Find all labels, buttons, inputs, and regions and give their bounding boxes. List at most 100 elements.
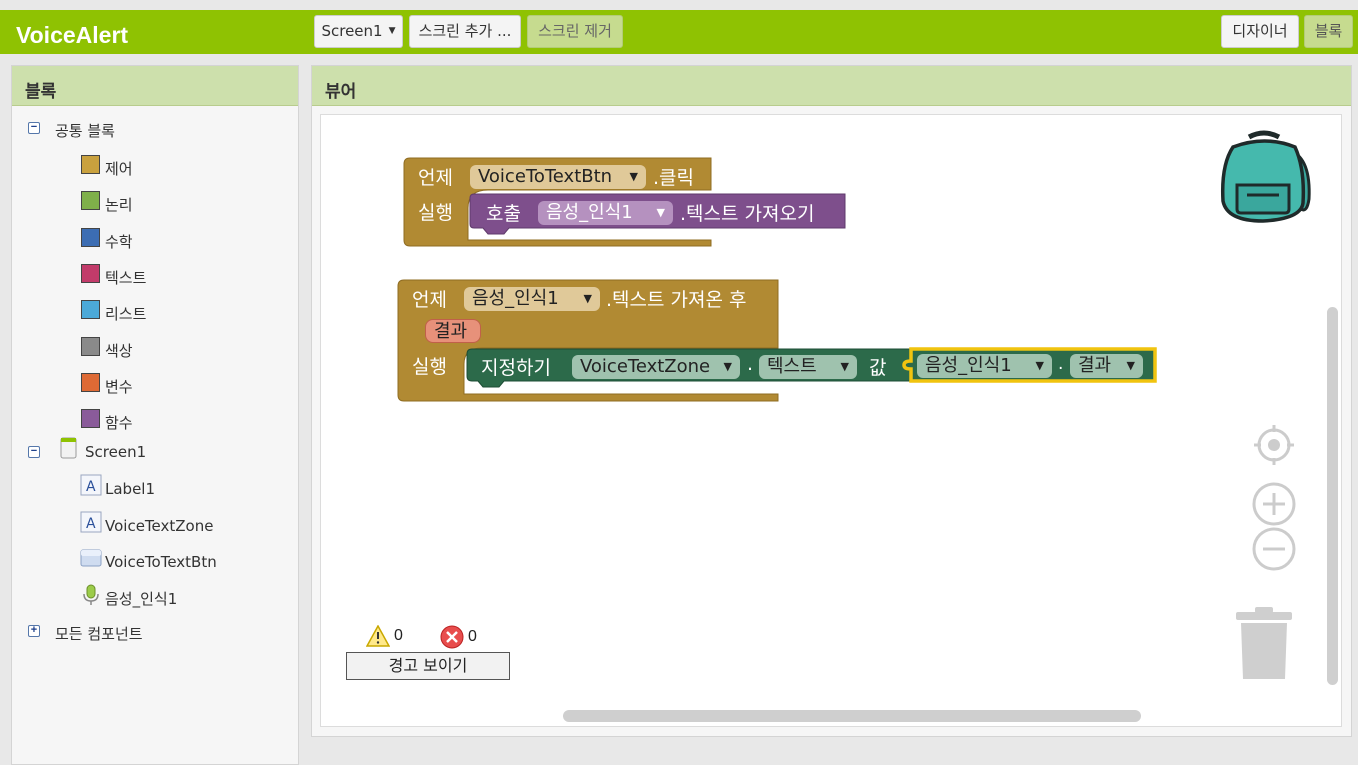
block-category-item[interactable]: 리스트: [81, 300, 147, 324]
remove-screen-button[interactable]: 스크린 제거: [527, 15, 623, 48]
chevron-down-icon: ▼: [388, 26, 396, 36]
expand-icon[interactable]: +: [28, 625, 40, 637]
event-block-after-text[interactable]: 언제 음성_인식1 ▼ .텍스트 가져온 후 결과 실행 지정하기 VoiceTe…: [397, 279, 1157, 402]
chevron-down-icon: ▼: [1035, 359, 1044, 372]
horizontal-scrollbar[interactable]: [563, 710, 1141, 722]
category-color-swatch: [81, 155, 100, 174]
collapse-icon[interactable]: −: [28, 122, 40, 134]
chevron-down-icon: ▼: [583, 292, 592, 305]
dot-label: .: [747, 353, 754, 375]
chevron-down-icon: ▼: [840, 360, 849, 373]
event-block-click[interactable]: 언제 VoiceToTextBtn ▼ .클릭 실행 호출 음성_인식1 ▼ .텍스…: [403, 157, 846, 247]
get-param-dropdown[interactable]: 결과 ▼: [1070, 354, 1143, 378]
block-category-item[interactable]: 변수: [81, 372, 133, 397]
component-item[interactable]: 음성_인식1: [80, 584, 178, 610]
svg-text:A: A: [86, 516, 96, 532]
category-color-swatch: [81, 372, 100, 392]
screen-icon: [60, 437, 82, 459]
call-component-dropdown[interactable]: 음성_인식1 ▼: [538, 201, 673, 225]
call-component-label: 음성_인식1: [546, 202, 633, 223]
errors-indicator: 0: [440, 625, 477, 649]
recenter-icon[interactable]: [1252, 423, 1296, 472]
builtin-blocks-group[interactable]: 공통 블록: [55, 120, 115, 141]
component-item[interactable]: VoiceToTextBtn: [80, 549, 217, 573]
category-color-swatch: [81, 191, 100, 211]
get-component-label: 음성_인식1: [925, 355, 1012, 376]
block-category-label: 제어: [105, 160, 133, 178]
get-param-label: 결과: [1078, 355, 1112, 376]
property-dropdown[interactable]: 텍스트 ▼: [759, 355, 857, 379]
component-dropdown-label: 음성_인식1: [472, 288, 559, 309]
screen-select-dropdown[interactable]: Screen1 ▼: [314, 15, 403, 48]
component-label: VoiceTextZone: [105, 516, 214, 535]
block-category-label: 수학: [105, 232, 133, 251]
top-bar: VoiceAlert Screen1 ▼ 스크린 추가 ... 스크린 제거 디자…: [0, 0, 1358, 56]
blocks-button[interactable]: 블록: [1304, 15, 1353, 48]
component-label: Label1: [105, 480, 156, 498]
block-category-label: 색상: [105, 341, 133, 360]
label-icon: A: [80, 511, 102, 533]
set-label: 지정하기: [481, 357, 551, 379]
block-category-label: 함수: [105, 414, 133, 433]
event-label: .클릭: [653, 167, 694, 189]
event-label: .텍스트 가져온 후: [606, 289, 747, 311]
component-dropdown[interactable]: VoiceToTextBtn ▼: [470, 165, 646, 189]
set-component-label: VoiceTextZone: [580, 356, 711, 377]
collapse-icon[interactable]: −: [28, 446, 40, 458]
screen-node-label: Screen1: [85, 443, 147, 461]
block-category-item[interactable]: 제어: [81, 155, 133, 179]
component-dropdown[interactable]: 음성_인식1 ▼: [464, 287, 600, 311]
errors-count: 0: [468, 628, 477, 645]
block-category-item[interactable]: 함수: [81, 409, 133, 433]
property-label: 텍스트: [767, 356, 817, 377]
set-component-dropdown[interactable]: VoiceTextZone ▼: [572, 355, 740, 379]
block-category-item[interactable]: 색상: [81, 336, 133, 361]
warning-icon: [366, 625, 390, 647]
top-bar-background: [0, 10, 1358, 54]
zoom-out-icon[interactable]: [1252, 527, 1296, 576]
backpack-icon[interactable]: [1219, 129, 1315, 232]
app-title: VoiceAlert: [16, 22, 129, 48]
component-getter-block[interactable]: 음성_인식1 ▼ . 결과 ▼: [902, 347, 1157, 383]
category-color-swatch: [81, 409, 100, 429]
block-category-item[interactable]: 텍스트: [81, 263, 147, 288]
category-color-swatch: [81, 300, 100, 320]
dot-label: .: [1058, 354, 1064, 374]
label-icon: A: [80, 474, 102, 496]
component-item[interactable]: A Label1: [80, 474, 156, 500]
viewer-panel-title: 뷰어: [312, 66, 1351, 106]
zoom-in-icon[interactable]: [1252, 482, 1296, 531]
all-components-group[interactable]: 모든 컴포넌트: [55, 623, 143, 644]
chevron-down-icon: ▼: [723, 360, 732, 373]
call-label: 호출: [486, 203, 521, 225]
designer-button[interactable]: 디자이너: [1221, 15, 1299, 48]
result-parameter[interactable]: 결과: [425, 319, 481, 343]
show-warnings-button[interactable]: 경고 보이기: [346, 652, 510, 680]
block-category-label: 리스트: [105, 305, 147, 324]
component-label: 음성_인식1: [105, 590, 178, 608]
component-item[interactable]: A VoiceTextZone: [80, 511, 214, 537]
microphone-icon: [80, 584, 102, 606]
block-category-item[interactable]: 수학: [81, 227, 133, 252]
error-icon: [440, 625, 464, 649]
when-label: 언제: [418, 167, 453, 189]
vertical-scrollbar[interactable]: [1327, 307, 1338, 685]
when-label: 언제: [412, 289, 447, 311]
category-color-swatch: [81, 227, 100, 247]
button-icon: [80, 547, 102, 569]
trash-icon[interactable]: [1233, 605, 1295, 688]
block-category-label: 텍스트: [105, 268, 147, 287]
do-label: 실행: [418, 202, 453, 224]
blocks-panel-title: 블록: [12, 66, 298, 106]
get-component-dropdown[interactable]: 음성_인식1 ▼: [917, 354, 1052, 378]
category-color-swatch: [81, 263, 100, 283]
warnings-indicator: 0: [366, 625, 403, 647]
component-dropdown-label: VoiceToTextBtn: [478, 166, 613, 187]
add-screen-button[interactable]: 스크린 추가 ...: [409, 15, 521, 48]
blocks-workspace[interactable]: 언제 VoiceToTextBtn ▼ .클릭 실행 호출 음성_인식1 ▼ .텍스…: [320, 114, 1342, 727]
chevron-down-icon: ▼: [629, 170, 638, 183]
block-category-item[interactable]: 논리: [81, 191, 133, 215]
screen-node[interactable]: Screen1: [60, 437, 147, 463]
to-label: 값: [869, 357, 887, 379]
chevron-down-icon: ▼: [1126, 359, 1135, 372]
